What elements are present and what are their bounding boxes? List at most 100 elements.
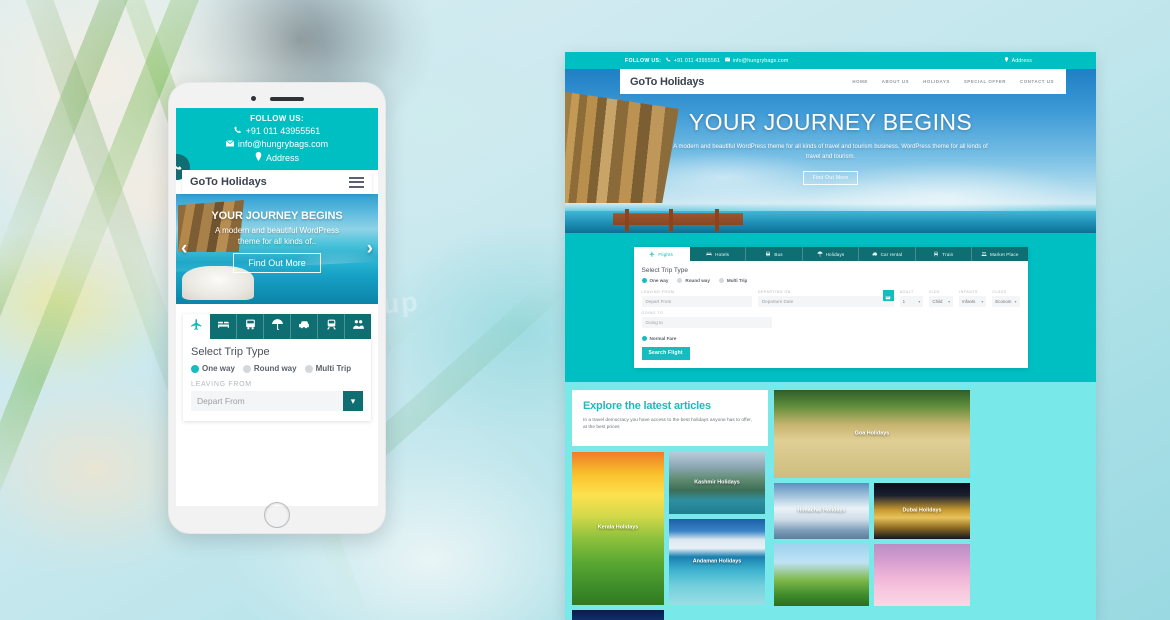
class-select[interactable]: Econom ▾ xyxy=(992,296,1020,307)
trip-type-label: Multi Trip xyxy=(315,364,352,373)
site-brand[interactable]: GoTo Holidays xyxy=(630,76,704,88)
menu-item-special-offer[interactable]: SPECIAL OFFER xyxy=(964,79,1006,84)
tile-andaman-holidays[interactable]: Andaman Holidays xyxy=(669,518,765,605)
tile-extra-green[interactable] xyxy=(774,543,869,606)
tile-kashmir-holidays[interactable]: Kashmir Holidays xyxy=(669,451,765,514)
trip-type-multi-trip[interactable]: Multi Trip xyxy=(718,278,747,283)
mobile-booking-tab-holidays[interactable] xyxy=(264,314,291,339)
trip-type-one-way[interactable]: One way xyxy=(641,278,669,283)
bed-icon xyxy=(217,318,230,336)
search-flight-button[interactable]: Search Flight xyxy=(641,346,690,360)
calendar-button[interactable] xyxy=(882,290,894,301)
mobile-booking-tabs xyxy=(183,314,371,339)
plane-icon xyxy=(649,251,655,258)
trip-type-round-way[interactable]: Round way xyxy=(677,278,710,283)
tile-goa-holidays[interactable]: Goa Holidays xyxy=(774,389,970,478)
mobile-address-row[interactable]: Address xyxy=(176,152,378,163)
topbar-address[interactable]: Address xyxy=(1004,57,1032,64)
mobile-leaving-from-input[interactable]: Depart From ▾ xyxy=(191,391,363,411)
mobile-trip-type-round-way[interactable]: Round way xyxy=(242,364,297,373)
chevron-down-icon: ▾ xyxy=(1014,299,1017,304)
mobile-booking-tab-car-rental[interactable] xyxy=(291,314,318,339)
bus-icon xyxy=(244,318,257,336)
trip-type-label: One way xyxy=(649,278,669,283)
mobile-hero-title: YOUR JOURNEY BEGINS xyxy=(211,210,343,222)
radio-dot xyxy=(641,278,647,283)
tile-extra-pink[interactable] xyxy=(874,543,970,606)
departing-on-input[interactable]: Departure Date xyxy=(757,296,894,307)
radio-dot xyxy=(304,364,313,373)
hamburger-menu-icon[interactable] xyxy=(349,174,364,190)
chevron-down-icon: ▾ xyxy=(918,299,921,304)
speaker-grill xyxy=(269,96,304,101)
booking-tab-hotels[interactable]: Hotels xyxy=(690,247,747,261)
home-button[interactable] xyxy=(264,502,290,528)
car-icon xyxy=(298,318,311,336)
booking-tab-holidays[interactable]: Holidays xyxy=(803,247,860,261)
deck-post-2 xyxy=(669,209,673,231)
main-menu: HOME ABOUT US HOLIDAYS SPECIAL OFFER CON… xyxy=(852,79,1054,84)
carousel-prev-arrow-icon[interactable]: ‹ xyxy=(181,238,187,260)
booking-tab-flights[interactable]: Flights xyxy=(633,247,690,261)
tile-label: Kashmir Holidays xyxy=(694,478,740,485)
mobile-booking-tab-hotels[interactable] xyxy=(210,314,237,339)
mobile-email-row[interactable]: info@hungrybags.com xyxy=(176,139,378,149)
menu-item-holidays[interactable]: HOLIDAYS xyxy=(923,79,950,84)
infants-select[interactable]: Infants ▾ xyxy=(959,296,987,307)
mobile-hero-find-out-more-button[interactable]: Find Out More xyxy=(233,253,321,273)
phone-icon xyxy=(666,57,671,64)
normal-fare-option[interactable]: Normal Fare xyxy=(641,336,1020,341)
mobile-booking-tab-bus[interactable] xyxy=(237,314,264,339)
topbar-email[interactable]: info@hungrybags.com xyxy=(724,57,788,64)
mobile-phone-text: +91 011 43955561 xyxy=(245,126,321,136)
booking-tab-car-rental[interactable]: Car rental xyxy=(859,247,916,261)
leaving-from-input[interactable]: Depart From xyxy=(641,296,752,307)
menu-item-home[interactable]: HOME xyxy=(852,79,867,84)
tile-kerala-holidays[interactable]: Kerala Holidays xyxy=(572,451,664,605)
calendar-icon xyxy=(885,287,891,305)
tile-extra-bottom-left[interactable] xyxy=(572,609,664,620)
articles-intro-card: Explore the latest articles In a travel … xyxy=(572,389,768,446)
booking-tab-bus[interactable]: Bus xyxy=(746,247,803,261)
mobile-phone-row[interactable]: +91 011 43955561 xyxy=(176,126,378,136)
carousel-next-arrow-icon[interactable]: › xyxy=(367,238,373,260)
phone-top-hardware xyxy=(168,96,386,101)
umbrella-icon xyxy=(817,251,823,258)
chevron-down-icon: ▾ xyxy=(948,299,951,304)
mobile-leaving-from-label: LEAVING FROM xyxy=(191,381,252,388)
mobile-trip-type-multi-trip[interactable]: Multi Trip xyxy=(304,364,352,373)
mobile-topbar: FOLLOW US: +91 011 43955561 info@hungryb… xyxy=(176,108,378,180)
map-marker-icon xyxy=(1004,57,1009,64)
booking-fields-row-2: GOING TO Going to xyxy=(641,311,1020,328)
menu-item-about-us[interactable]: ABOUT US xyxy=(882,79,909,84)
class-value: Econom xyxy=(995,299,1012,304)
kids-select[interactable]: Child ▾ xyxy=(929,296,954,307)
radio-dot xyxy=(242,364,251,373)
topbar-phone[interactable]: +91 011 43955561 xyxy=(666,57,720,64)
kids-value: Child xyxy=(932,299,943,304)
radio-dot xyxy=(718,278,724,283)
mobile-booking-tab-train[interactable] xyxy=(318,314,345,339)
booking-form-heading: Select Trip Type xyxy=(641,267,689,274)
menu-item-contact-us[interactable]: CONTACT US xyxy=(1020,79,1054,84)
booking-tab-market-place[interactable]: Market Place xyxy=(972,247,1027,261)
articles-title: Explore the latest articles xyxy=(583,399,711,412)
articles-right-column: Goa Holidays Himachal Holidays Dubai Hol… xyxy=(774,389,970,620)
mobile-booking-tab-market-place[interactable] xyxy=(345,314,371,339)
tile-himachal-holidays[interactable]: Himachal Holidays xyxy=(774,482,869,539)
tile-label: Goa Holidays xyxy=(854,429,890,436)
hero-find-out-more-button[interactable]: Find Out More xyxy=(802,171,859,185)
mobile-site-brand[interactable]: GoTo Holidays xyxy=(190,176,267,188)
adult-select[interactable]: 1 ▾ xyxy=(899,296,924,307)
tile-dubai-holidays[interactable]: Dubai Holidays xyxy=(874,482,970,539)
desktop-topbar: FOLLOW US: +91 011 43955561 info@hungryb… xyxy=(565,52,1096,69)
chevron-down-icon[interactable]: ▾ xyxy=(343,391,363,411)
articles-right-grid-1: Himachal Holidays Dubai Holidays xyxy=(774,482,970,539)
going-to-input[interactable]: Going to xyxy=(641,317,772,328)
car-icon xyxy=(872,251,878,258)
mobile-trip-type-one-way[interactable]: One way xyxy=(191,364,235,373)
mobile-booking-tab-flights[interactable] xyxy=(183,314,210,339)
booking-tab-train[interactable]: Train xyxy=(916,247,973,261)
desktop-preview-mockup: FOLLOW US: +91 011 43955561 info@hungryb… xyxy=(565,52,1096,620)
kids-label: KIDS xyxy=(929,290,940,294)
